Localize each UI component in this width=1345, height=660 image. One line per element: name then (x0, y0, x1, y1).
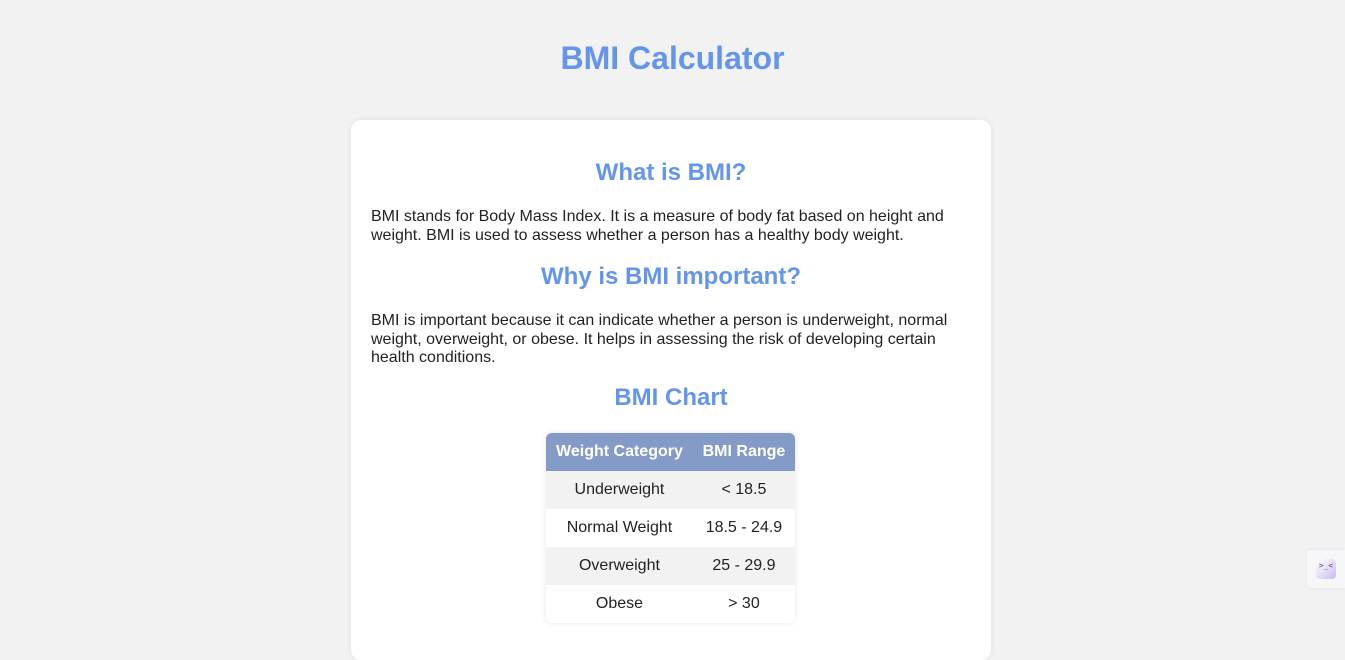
table-row: Underweight < 18.5 (546, 471, 795, 509)
bmi-chart-heading: BMI Chart (614, 384, 728, 411)
table-row: Normal Weight 18.5 - 24.9 (546, 509, 795, 547)
why-bmi-line-3: health conditions. (371, 349, 496, 366)
table-row: Obese > 30 (546, 585, 795, 623)
why-bmi-line-1: BMI is important because it can indicate… (371, 312, 948, 329)
weight-category-cell: Normal Weight (546, 509, 693, 547)
why-bmi-important-heading: Why is BMI important? (541, 263, 801, 290)
what-is-bmi-text: BMI stands for Body Mass Index. It is a … (371, 208, 971, 245)
weight-category-cell: Overweight (546, 547, 693, 585)
page-title: BMI Calculator (560, 40, 785, 76)
what-is-bmi-line-1: BMI stands for Body Mass Index. It is a … (371, 208, 944, 225)
bmi-chart-table: Weight Category BMI Range Underweight < … (546, 433, 795, 623)
bmi-range-cell: 25 - 29.9 (692, 547, 795, 585)
column-header-weight-category: Weight Category (546, 433, 693, 471)
why-bmi-line-2: weight, overweight, or obese. It helps i… (371, 330, 936, 348)
weight-category-cell: Obese (546, 585, 693, 623)
table-header-row: Weight Category BMI Range (546, 433, 795, 471)
extension-widget-button[interactable]: >_< (1307, 550, 1345, 588)
bmi-range-cell: > 30 (692, 585, 795, 623)
what-is-bmi-line-2: weight. BMI is used to assess whether a … (371, 226, 904, 244)
column-header-bmi-range: BMI Range (692, 433, 795, 471)
table-row: Overweight 25 - 29.9 (546, 547, 795, 585)
extension-widget-icon: >_< (1316, 559, 1336, 579)
bmi-range-cell: 18.5 - 24.9 (692, 509, 795, 547)
what-is-bmi-heading: What is BMI? (595, 159, 747, 186)
weight-category-cell: Underweight (546, 471, 693, 509)
info-card: What is BMI? BMI stands for Body Mass In… (351, 120, 991, 660)
why-bmi-important-text: BMI is important because it can indicate… (371, 312, 971, 368)
bmi-range-cell: < 18.5 (692, 471, 795, 509)
